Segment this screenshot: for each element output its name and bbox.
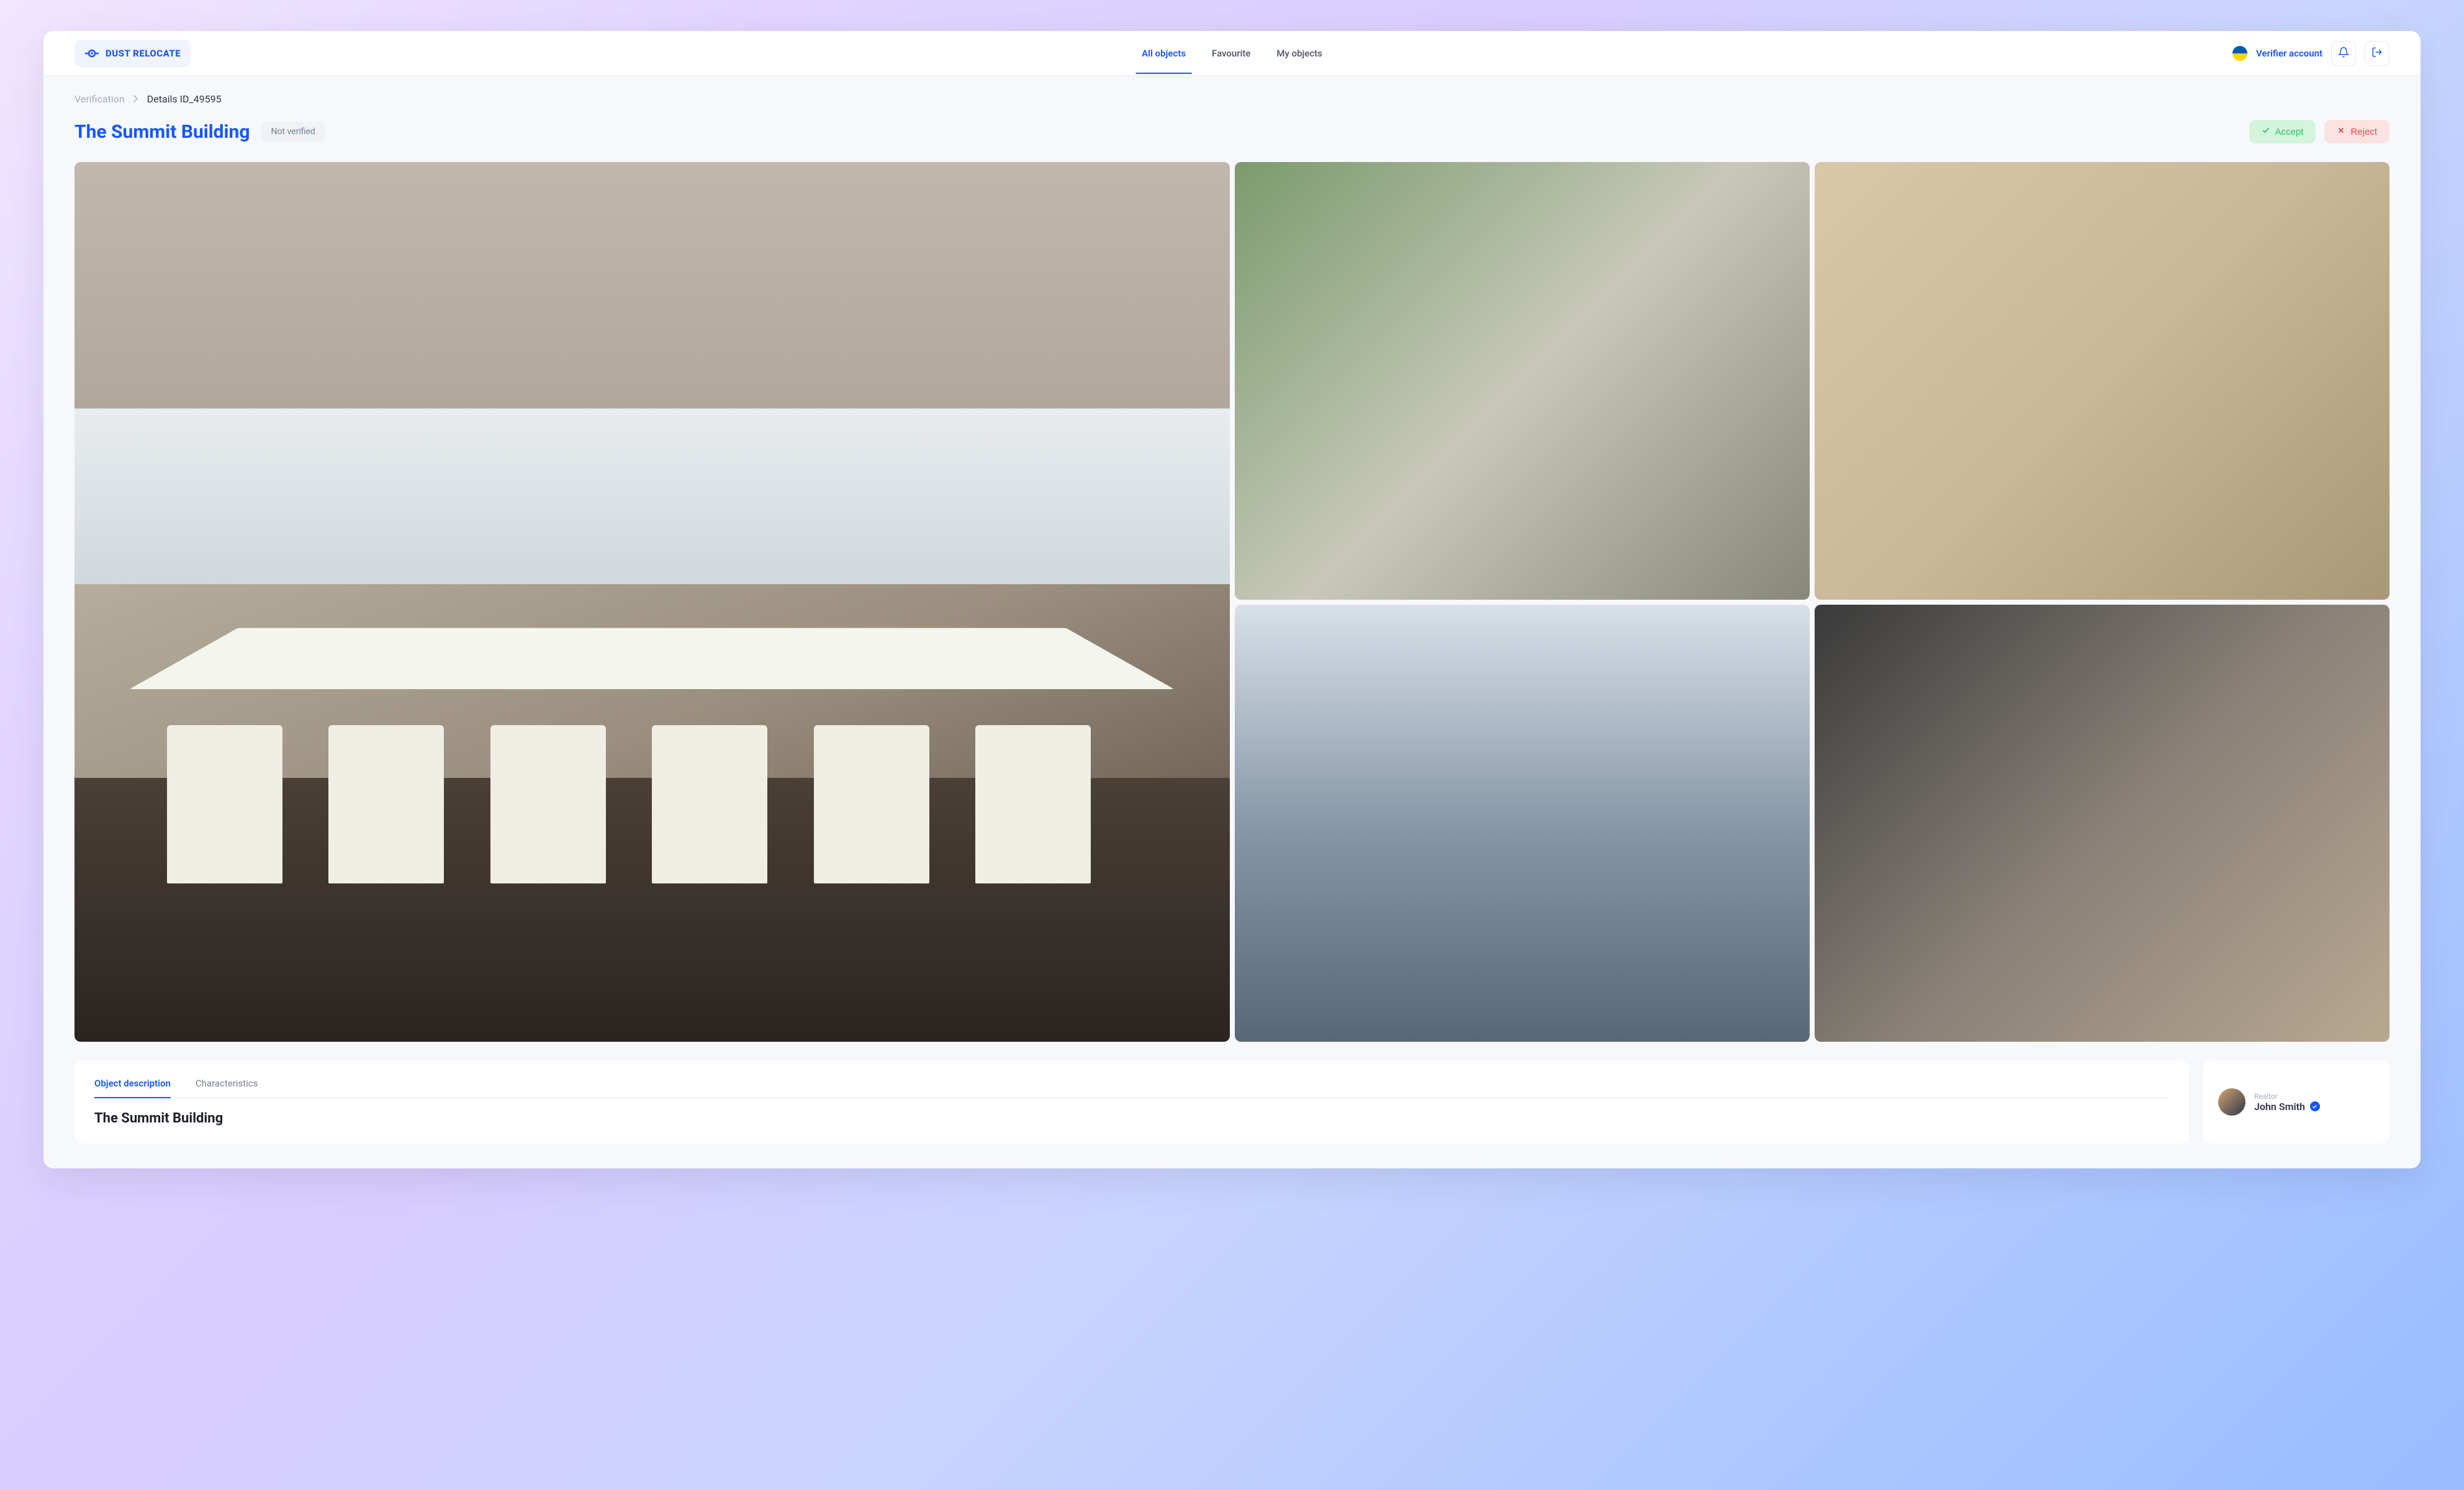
status-badge: Not verified [261, 122, 325, 142]
app-window: DUST RELOCATE All objects Favourite My o… [43, 31, 2421, 1168]
bell-icon [2338, 47, 2349, 60]
nav-my-objects[interactable]: My objects [1276, 33, 1322, 74]
logo[interactable]: DUST RELOCATE [74, 40, 191, 67]
account-label[interactable]: Verifier account [2256, 48, 2322, 59]
breadcrumb-current: Details ID_49595 [147, 93, 222, 105]
details-card: Object description Characteristics The S… [74, 1060, 2188, 1144]
gallery-main-image[interactable] [74, 162, 1230, 1042]
reject-label: Reject [2350, 127, 2377, 137]
bottom-section: Object description Characteristics The S… [74, 1060, 2390, 1144]
nav-favourite[interactable]: Favourite [1212, 33, 1250, 74]
tab-characteristics[interactable]: Characteristics [196, 1078, 258, 1098]
ukraine-flag-icon [2232, 46, 2247, 61]
page-title: The Summit Building [74, 121, 250, 143]
title-row: The Summit Building Not verified Accept … [74, 120, 2390, 143]
realtor-role-label: Realtor [2254, 1092, 2320, 1101]
main-nav: All objects Favourite My objects [1142, 33, 1322, 74]
nav-all-objects[interactable]: All objects [1142, 33, 1186, 74]
action-buttons: Accept Reject [2249, 120, 2390, 143]
reject-button[interactable]: Reject [2324, 120, 2390, 143]
gallery-thumb-1[interactable] [1235, 162, 1810, 600]
notifications-button[interactable] [2331, 41, 2356, 66]
logout-button[interactable] [2365, 41, 2390, 66]
gallery-thumbnails [1235, 162, 2390, 1042]
logo-icon [84, 46, 99, 61]
check-icon [2262, 126, 2270, 137]
logo-text: DUST RELOCATE [106, 48, 181, 59]
accept-button[interactable]: Accept [2249, 120, 2316, 143]
avatar [2218, 1088, 2245, 1116]
logout-icon [2371, 47, 2383, 60]
gallery-thumb-4[interactable] [1815, 605, 2390, 1042]
section-heading: The Summit Building [94, 1111, 2168, 1126]
realtor-card[interactable]: Realtor John Smith [2203, 1060, 2390, 1144]
realtor-name-row: John Smith [2254, 1101, 2320, 1113]
image-gallery [74, 162, 2390, 1042]
realtor-info: Realtor John Smith [2254, 1092, 2320, 1113]
realtor-name: John Smith [2254, 1101, 2305, 1113]
gallery-thumb-3[interactable] [1235, 605, 1810, 1042]
gallery-thumb-2[interactable] [1815, 162, 2390, 600]
breadcrumb-verification[interactable]: Verification [74, 93, 125, 105]
chevron-right-icon [133, 93, 138, 105]
header-right: Verifier account [2232, 41, 2390, 66]
close-icon [2337, 126, 2345, 137]
accept-label: Accept [2275, 127, 2304, 137]
detail-tabs: Object description Characteristics [94, 1078, 2168, 1098]
tab-object-description[interactable]: Object description [94, 1078, 171, 1098]
content: Verification Details ID_49595 The Summit… [43, 76, 2421, 1168]
verified-badge-icon [2310, 1101, 2320, 1111]
header: DUST RELOCATE All objects Favourite My o… [43, 31, 2421, 76]
breadcrumb: Verification Details ID_49595 [74, 93, 2390, 105]
